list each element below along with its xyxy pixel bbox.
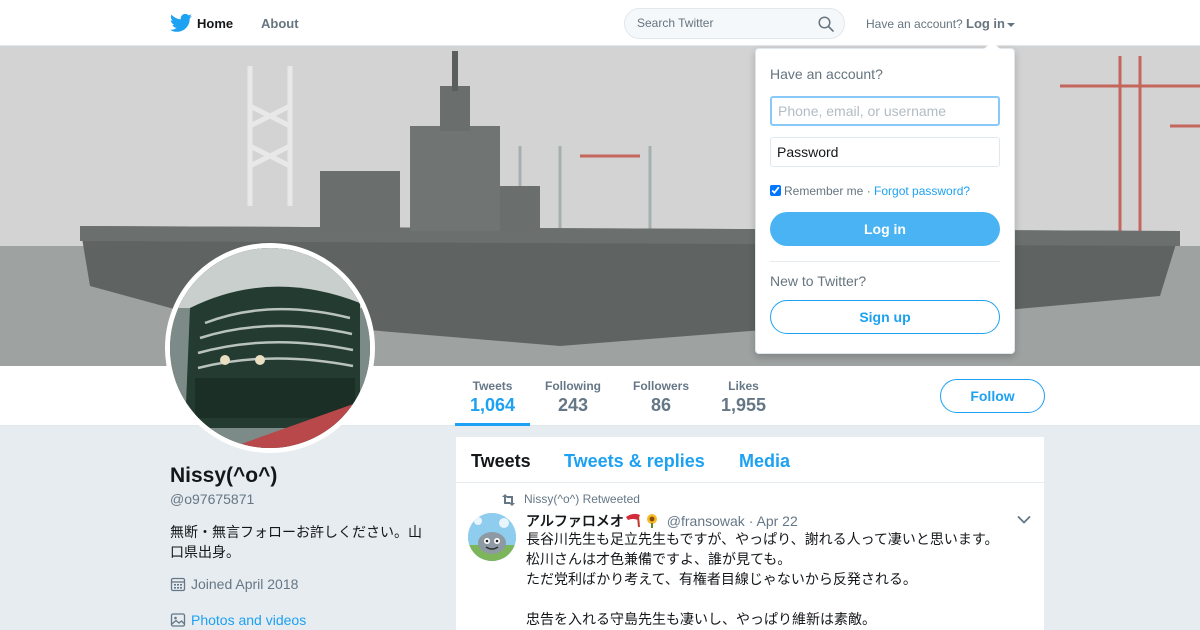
tweet-author-name[interactable]: アルファロメオ bbox=[526, 513, 624, 529]
retweet-context[interactable]: Nissy(^o^) Retweeted bbox=[501, 492, 640, 506]
tab-media[interactable]: Media bbox=[739, 451, 790, 472]
tab-tweets[interactable]: Tweets bbox=[471, 451, 531, 472]
tweet-date-separator: · bbox=[748, 513, 754, 529]
login-dropdown-toggle[interactable]: Log in bbox=[966, 16, 1015, 31]
photos-videos-label: Photos and videos bbox=[191, 612, 307, 628]
new-to-twitter-text: New to Twitter? bbox=[770, 273, 867, 289]
top-navigation-bar: Home About Have an account? Log in bbox=[0, 0, 1200, 46]
login-dropdown-title: Have an account? bbox=[770, 66, 883, 82]
nav-home-link[interactable]: Home bbox=[197, 16, 233, 31]
login-button[interactable]: Log in bbox=[770, 212, 1000, 246]
tweet-author-handle[interactable]: @fransowak bbox=[667, 513, 745, 529]
retweeted-by: Nissy(^o^) Retweeted bbox=[524, 492, 640, 506]
active-tab-underline bbox=[455, 423, 530, 426]
stat-following-value: 243 bbox=[557, 395, 589, 415]
profile-avatar[interactable] bbox=[165, 243, 375, 453]
remember-me-checkbox[interactable] bbox=[770, 185, 781, 196]
stat-followers[interactable]: Followers 86 bbox=[633, 379, 689, 416]
remember-me-row: Remember me · Forgot password? bbox=[770, 184, 970, 198]
tweet-avatar-graphic bbox=[468, 513, 516, 561]
profile-fullname[interactable]: Nissy(^o^) bbox=[170, 464, 277, 488]
stat-tweets-value: 1,064 bbox=[470, 395, 516, 415]
search-box bbox=[624, 8, 845, 39]
tweet-author-avatar[interactable] bbox=[468, 513, 516, 561]
remember-separator: · bbox=[863, 184, 875, 198]
profile-joined: Joined April 2018 bbox=[170, 576, 298, 592]
signup-button[interactable]: Sign up bbox=[770, 300, 1000, 334]
train-avatar-graphic bbox=[170, 248, 370, 448]
password-field[interactable] bbox=[770, 137, 1000, 167]
nav-about-link[interactable]: About bbox=[261, 16, 299, 31]
tweet-text: 長谷川先生も足立先生もですが、やっぱり、謝れる人って凄いと思います。 松川さんは… bbox=[526, 531, 999, 627]
photos-videos-link[interactable]: Photos and videos bbox=[170, 612, 306, 628]
photo-icon bbox=[170, 613, 186, 627]
divider bbox=[770, 261, 1000, 262]
twitter-bird-logo-icon[interactable] bbox=[170, 13, 192, 33]
chevron-down-icon[interactable] bbox=[1017, 515, 1031, 525]
forgot-password-link[interactable]: Forgot password? bbox=[874, 184, 970, 198]
search-input[interactable] bbox=[637, 16, 807, 30]
emoji-icons bbox=[625, 513, 657, 528]
calendar-icon bbox=[170, 577, 186, 592]
stat-tweets-label: Tweets bbox=[472, 379, 513, 393]
stat-followers-label: Followers bbox=[633, 379, 690, 393]
caret-down-icon bbox=[1007, 22, 1015, 27]
login-link-label: Log in bbox=[966, 16, 1005, 31]
remember-me-label[interactable]: Remember me bbox=[784, 184, 863, 198]
stat-following-label: Following bbox=[545, 379, 601, 393]
stat-likes-label: Likes bbox=[728, 379, 759, 393]
timeline-tabs: Tweets Tweets & replies Media bbox=[456, 437, 1044, 483]
have-account-text: Have an account? bbox=[866, 17, 963, 31]
profile-bio: 無断・無言フォローお許しください。山口県出身。 bbox=[170, 524, 422, 560]
retweet-icon bbox=[502, 494, 515, 506]
stat-likes-value: 1,955 bbox=[721, 395, 767, 415]
stat-tweets[interactable]: Tweets 1,064 bbox=[470, 379, 515, 416]
stat-likes[interactable]: Likes 1,955 bbox=[721, 379, 766, 416]
tab-tweets-replies[interactable]: Tweets & replies bbox=[564, 451, 705, 472]
stat-following[interactable]: Following 243 bbox=[545, 379, 601, 416]
joined-date: Joined April 2018 bbox=[191, 576, 299, 592]
stat-followers-value: 86 bbox=[650, 395, 672, 415]
follow-button[interactable]: Follow bbox=[940, 379, 1045, 413]
username-field[interactable] bbox=[770, 96, 1000, 126]
profile-screenname[interactable]: @o97675871 bbox=[170, 491, 254, 507]
timeline: Tweets Tweets & replies Media Nissy(^o^)… bbox=[456, 437, 1044, 630]
login-dropdown: Have an account? Remember me · Forgot pa… bbox=[755, 41, 1015, 354]
tweet-header: アルファロメオ @fransowak · Apr 22 bbox=[526, 511, 798, 531]
search-icon[interactable] bbox=[818, 16, 834, 32]
tweet-date[interactable]: Apr 22 bbox=[756, 513, 797, 529]
